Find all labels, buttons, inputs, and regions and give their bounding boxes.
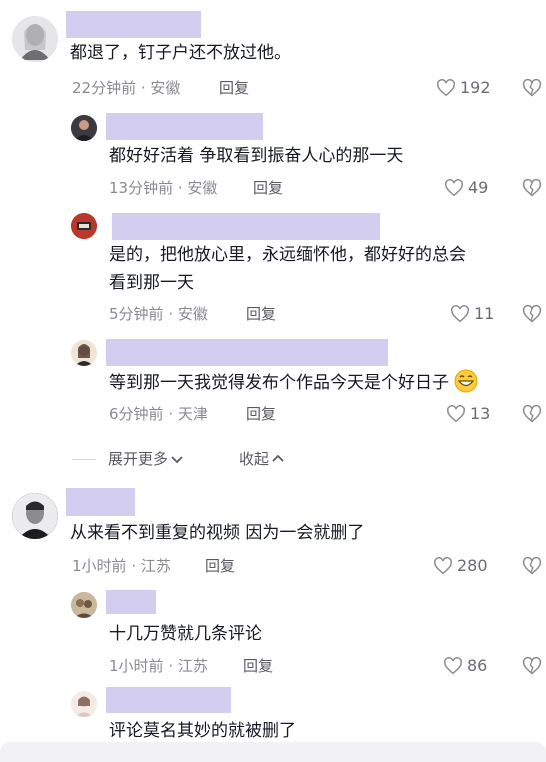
comment-time: 1小时前 xyxy=(109,657,164,675)
reply-button[interactable]: 回复 xyxy=(205,555,235,577)
comment-meta: 1小时前 · 江苏 xyxy=(72,557,171,575)
broken-heart-icon[interactable] xyxy=(522,304,542,324)
heart-outline-icon xyxy=(451,305,469,323)
heart-outline-icon xyxy=(447,405,465,423)
reply-text: 评论莫名其妙的就被删了 xyxy=(109,721,296,741)
comment-meta: 5分钟前 · 安徽 xyxy=(109,305,208,323)
avatar[interactable] xyxy=(12,16,58,62)
like-count: 86 xyxy=(467,656,488,675)
like-button[interactable]: 11 xyxy=(450,303,494,325)
heart-outline-icon xyxy=(434,557,452,575)
comment-location: 安徽 xyxy=(187,179,218,197)
chevron-up-icon xyxy=(272,454,284,462)
like-button[interactable]: 86 xyxy=(443,655,487,677)
reply-button[interactable]: 回复 xyxy=(253,177,283,199)
broken-heart-icon[interactable] xyxy=(522,556,542,576)
avatar[interactable] xyxy=(71,213,97,239)
like-count: 11 xyxy=(474,304,495,323)
comment-meta: 13分钟前 · 安徽 xyxy=(109,179,218,197)
like-count: 13 xyxy=(470,404,491,423)
comment-location: 江苏 xyxy=(177,657,208,675)
reply-text-continued: 看到那一天 xyxy=(109,273,194,293)
comment-time: 6分钟前 xyxy=(109,405,164,423)
comment-location: 安徽 xyxy=(177,305,208,323)
reply-button[interactable]: 回复 xyxy=(219,77,249,99)
comment-location: 安徽 xyxy=(150,79,181,97)
comment-text: 都退了，钉子户还不放过他。 xyxy=(70,43,291,63)
like-count: 192 xyxy=(460,78,491,97)
like-button[interactable]: 192 xyxy=(436,77,491,99)
comment-text: 从来看不到重复的视频 因为一会就删了 xyxy=(70,523,365,543)
comment-location: 天津 xyxy=(177,405,208,423)
heart-outline-icon xyxy=(445,179,463,197)
chevron-down-icon xyxy=(171,455,183,463)
username[interactable] xyxy=(106,687,231,713)
username[interactable] xyxy=(66,11,201,38)
comment-meta: 6分钟前 · 天津 xyxy=(109,405,208,423)
like-button[interactable]: 280 xyxy=(433,555,488,577)
expand-more-button[interactable]: 展开更多 xyxy=(108,448,184,469)
comment-meta: 1小时前 · 江苏 xyxy=(109,657,208,675)
like-button[interactable]: 49 xyxy=(444,177,488,199)
username[interactable] xyxy=(66,488,135,516)
comment-time: 1小时前 xyxy=(72,557,127,575)
reply-button[interactable]: 回复 xyxy=(243,655,273,677)
collapse-button[interactable]: 收起 xyxy=(239,448,285,469)
avatar[interactable] xyxy=(12,493,58,539)
comment-location: 江苏 xyxy=(140,557,171,575)
replies-divider xyxy=(72,459,96,460)
avatar[interactable] xyxy=(71,115,97,141)
like-count: 280 xyxy=(457,556,488,575)
avatar[interactable] xyxy=(71,340,97,366)
avatar[interactable] xyxy=(71,592,97,618)
heart-outline-icon xyxy=(437,79,455,97)
reply-text: 十几万赞就几条评论 xyxy=(109,624,262,644)
username[interactable] xyxy=(106,339,388,366)
broken-heart-icon[interactable] xyxy=(522,404,542,424)
comment-time: 22分钟前 xyxy=(72,79,137,97)
reply-button[interactable]: 回复 xyxy=(246,403,276,425)
reply-button[interactable]: 回复 xyxy=(246,303,276,325)
comment-time: 13分钟前 xyxy=(109,179,174,197)
reply-text: 等到那一天我觉得发布个作品今天是个好日子 xyxy=(109,369,478,397)
like-button[interactable]: 13 xyxy=(446,403,490,425)
broken-heart-icon[interactable] xyxy=(522,78,542,98)
avatar[interactable] xyxy=(71,691,97,717)
comment-input-bar[interactable] xyxy=(0,742,546,762)
reply-text: 都好好活着 争取看到振奋人心的那一天 xyxy=(109,146,404,166)
username[interactable] xyxy=(106,590,156,614)
grinning-face-emoji xyxy=(454,369,478,393)
broken-heart-icon[interactable] xyxy=(522,656,542,676)
username[interactable] xyxy=(112,213,380,240)
heart-outline-icon xyxy=(444,657,462,675)
comment-meta: 22分钟前 · 安徽 xyxy=(72,79,181,97)
reply-text: 是的，把他放心里，永远缅怀他，都好好的总会 xyxy=(109,245,466,265)
username[interactable] xyxy=(106,113,263,140)
broken-heart-icon[interactable] xyxy=(522,178,542,198)
like-count: 49 xyxy=(468,178,489,197)
comment-time: 5分钟前 xyxy=(109,305,164,323)
